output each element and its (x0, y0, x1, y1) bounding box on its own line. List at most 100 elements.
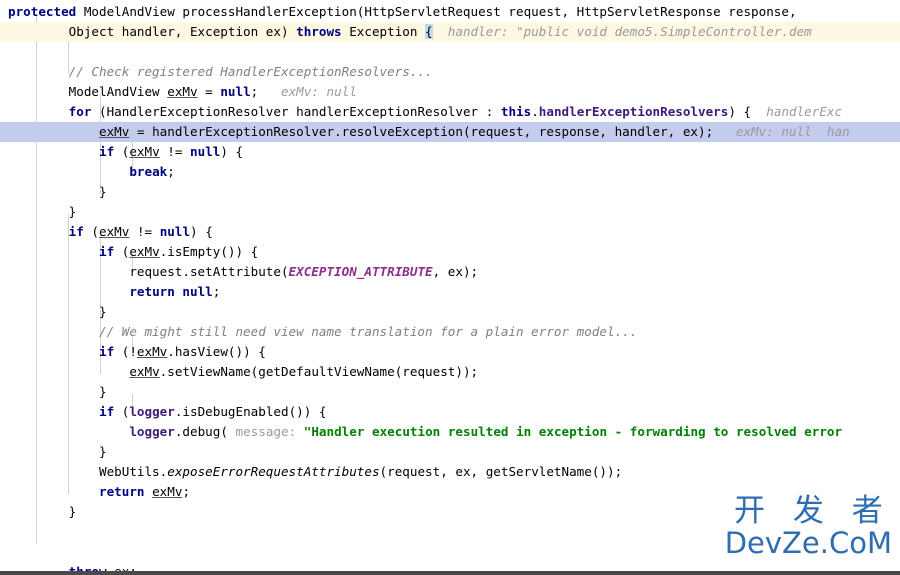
code-line[interactable] (0, 542, 900, 562)
code-token: this (500, 104, 532, 119)
code-line-text: return null; (8, 284, 220, 299)
code-line-text: request.setAttribute(EXCEPTION_ATTRIBUTE… (8, 264, 478, 279)
code-token: . (531, 104, 539, 119)
code-token: message: (235, 424, 297, 439)
code-token: protected (8, 4, 77, 19)
code-token: ; (182, 484, 191, 499)
code-token: if (99, 244, 115, 259)
code-token: null (220, 84, 251, 99)
code-token: } (8, 304, 107, 319)
code-line[interactable]: if (exMv != null) { (0, 142, 900, 162)
code-token: logger (129, 424, 175, 439)
code-token: .isDebugEnabled()) { (174, 404, 327, 419)
code-line-text: if (logger.isDebugEnabled()) { (8, 404, 327, 419)
code-token: (request, ex, getServletName()); (379, 464, 623, 479)
code-token: ( (114, 244, 130, 259)
code-token: exMv (129, 364, 160, 379)
code-line[interactable]: } (0, 382, 900, 402)
code-token: = (197, 84, 221, 99)
code-token: exMv (129, 244, 160, 259)
code-line[interactable]: } (0, 502, 900, 522)
code-token: } (8, 444, 107, 459)
code-token: exMv (152, 484, 183, 499)
code-line[interactable]: Object handler, Exception ex) throws Exc… (0, 22, 900, 42)
code-token: EXCEPTION_ATTRIBUTE (288, 264, 433, 279)
code-line[interactable]: protected ModelAndView processHandlerExc… (0, 2, 900, 22)
code-line-text: } (8, 304, 107, 319)
code-token: } (8, 384, 107, 399)
code-line[interactable]: if (logger.isDebugEnabled()) { (0, 402, 900, 422)
code-line[interactable]: exMv = handlerExceptionResolver.resolveE… (0, 122, 900, 142)
code-token: for (68, 104, 92, 119)
code-line[interactable]: } (0, 182, 900, 202)
code-token: null (159, 224, 191, 239)
code-line[interactable] (0, 42, 900, 62)
code-line[interactable]: ModelAndView exMv = null; exMv: null (0, 82, 900, 102)
code-token: ) { (220, 144, 244, 159)
code-token: request.setAttribute( (8, 264, 289, 279)
code-line-text: if (exMv != null) { (8, 224, 213, 239)
code-token: ex; (106, 564, 137, 575)
code-token: // Check registered HandlerExceptionReso… (8, 64, 433, 79)
code-token: Object handler, Exception ex) (8, 24, 297, 39)
code-token: exMv (99, 224, 130, 239)
code-line[interactable]: if (exMv != null) { (0, 222, 900, 242)
code-line-text: } (8, 204, 77, 219)
code-token: exMv: null (258, 84, 357, 99)
code-token: ( (114, 144, 130, 159)
code-line-text: WebUtils.exposeErrorRequestAttributes(re… (8, 464, 622, 479)
code-token: if (99, 404, 115, 419)
code-token: ) { (190, 224, 213, 239)
code-token: ModelAndView processHandlerException(Htt… (76, 4, 797, 19)
code-line[interactable]: for (HandlerExceptionResolver handlerExc… (0, 102, 900, 122)
code-line[interactable]: if (!exMv.hasView()) { (0, 342, 900, 362)
code-line[interactable]: return null; (0, 282, 900, 302)
code-line-text: } (8, 384, 107, 399)
code-line-text: for (HandlerExceptionResolver handlerExc… (8, 104, 842, 119)
code-token: ( (83, 224, 100, 239)
code-token: return (129, 284, 175, 299)
code-token: ; (212, 284, 221, 299)
code-token: WebUtils. (8, 464, 168, 479)
code-line[interactable]: WebUtils.exposeErrorRequestAttributes(re… (0, 462, 900, 482)
code-token: exMv (129, 144, 160, 159)
code-line-text: logger.debug( message: "Handler executio… (8, 424, 842, 439)
code-token: return (99, 484, 145, 499)
code-line[interactable]: logger.debug( message: "Handler executio… (0, 422, 900, 442)
code-line[interactable]: return exMv; (0, 482, 900, 502)
code-line[interactable]: } (0, 442, 900, 462)
code-line[interactable]: if (exMv.isEmpty()) { (0, 242, 900, 262)
code-token: != (159, 144, 191, 159)
code-line[interactable]: // We might still need view name transla… (0, 322, 900, 342)
code-line[interactable]: break; (0, 162, 900, 182)
code-line[interactable]: throw ex; (0, 562, 900, 575)
code-token: = handlerExceptionResolver.resolveExcept… (129, 124, 714, 139)
code-line-text: ModelAndView exMv = null; exMv: null (8, 84, 357, 99)
code-token: exposeErrorRequestAttributes (167, 464, 380, 479)
code-line[interactable] (0, 522, 900, 542)
code-line[interactable]: // Check registered HandlerExceptionReso… (0, 62, 900, 82)
code-line[interactable]: } (0, 302, 900, 322)
code-token: "Handler execution resulted in exception… (303, 424, 843, 439)
code-lines-container[interactable]: protected ModelAndView processHandlerExc… (0, 0, 900, 575)
code-token: // We might still need view name transla… (8, 324, 638, 339)
code-line[interactable]: exMv.setViewName(getDefaultViewName(requ… (0, 362, 900, 382)
code-token: throws (296, 24, 342, 39)
code-token: } (8, 504, 77, 519)
code-token: } (8, 204, 77, 219)
code-editor[interactable]: protected ModelAndView processHandlerExc… (0, 0, 900, 575)
code-line[interactable]: } (0, 202, 900, 222)
code-token: ( (114, 404, 130, 419)
code-line[interactable]: request.setAttribute(EXCEPTION_ATTRIBUTE… (0, 262, 900, 282)
